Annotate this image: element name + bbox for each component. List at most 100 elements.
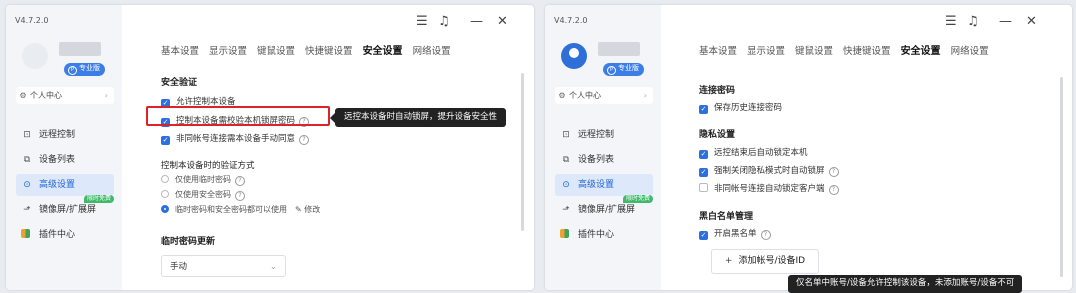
checkbox-non-same-lock[interactable]: 非同帐号连接自动锁定客户端? bbox=[699, 182, 839, 195]
checkbox-checked-icon[interactable]: ✓ bbox=[699, 168, 708, 177]
sidebar-item-device-list[interactable]: ⧉ 设备列表 bbox=[16, 149, 114, 171]
sidebar-item-label: 镜像屏/扩展屏 bbox=[39, 205, 97, 215]
plugin-icon bbox=[21, 229, 30, 238]
checkbox-checked-icon[interactable]: ✓ bbox=[699, 150, 708, 159]
temp-password-update-select[interactable]: 手动 ⌄ bbox=[161, 255, 286, 277]
version-label: V4.7.2.0 bbox=[554, 16, 588, 25]
personal-center-button[interactable]: ⚙ 个人中心 › bbox=[555, 87, 653, 104]
tab-display[interactable]: 显示设置 bbox=[209, 46, 247, 57]
sidebar-item-label: 插件中心 bbox=[578, 230, 615, 240]
section-title: 控制本设备时的验证方式 bbox=[161, 161, 255, 171]
main-panel: ☰ ♫ — ✕ 基本设置 显示设置 键鼠设置 快捷键设置 安全设置 网络设置 连接密码 ✓… bbox=[661, 5, 1072, 290]
sidebar-item-label: 远程控制 bbox=[39, 130, 76, 140]
sidebar-item-remote-control[interactable]: ⊡ 远程控制 bbox=[555, 124, 653, 146]
monitor-icon: ⊡ bbox=[562, 130, 570, 140]
help-icon[interactable]: ? bbox=[828, 167, 839, 177]
bell-icon[interactable]: ♫ bbox=[967, 14, 979, 29]
tooltip: 仅名单中账号/设备允许控制该设备，未添加账号/设备不可 bbox=[788, 275, 1023, 293]
minimize-icon[interactable]: — bbox=[470, 14, 483, 29]
settings-tabs: 基本设置 显示设置 键鼠设置 快捷键设置 安全设置 网络设置 bbox=[161, 42, 461, 57]
sidebar-item-advanced-settings[interactable]: ⊙ 高级设置 bbox=[555, 174, 653, 196]
sidebar-item-mirror-screen[interactable]: ⬏ 镜像屏/扩展屏 限时免费 bbox=[16, 195, 114, 221]
help-icon[interactable]: ? bbox=[235, 191, 245, 201]
tab-security[interactable]: 安全设置 bbox=[363, 46, 403, 57]
checkbox-unchecked-icon[interactable] bbox=[699, 183, 708, 192]
checkbox-label: 强制关闭隐私模式时自动锁屏 bbox=[714, 166, 825, 176]
checkbox-checked-icon[interactable]: ✓ bbox=[699, 231, 708, 240]
radio-icon[interactable] bbox=[161, 175, 169, 183]
checkbox-checked-icon[interactable]: ✓ bbox=[699, 105, 708, 114]
menu-icon[interactable]: ☰ bbox=[945, 14, 957, 29]
radio-icon[interactable] bbox=[161, 190, 169, 198]
sidebar-item-label: 镜像屏/扩展屏 bbox=[578, 205, 636, 215]
add-button-label: 添加帐号/设备ID bbox=[738, 256, 806, 266]
personal-center-button[interactable]: ⚙ 个人中心 › bbox=[16, 87, 114, 104]
sidebar-item-remote-control[interactable]: ⊡ 远程控制 bbox=[16, 124, 114, 146]
tab-keyboard-mouse[interactable]: 键鼠设置 bbox=[257, 46, 295, 57]
pro-icon: P bbox=[68, 66, 77, 75]
help-icon[interactable]: ? bbox=[760, 230, 771, 240]
plugin-icon bbox=[560, 229, 569, 238]
settings-icon: ⊙ bbox=[23, 180, 31, 190]
chevron-right-icon: › bbox=[104, 91, 108, 100]
tab-basic[interactable]: 基本设置 bbox=[161, 46, 199, 57]
tab-network[interactable]: 网络设置 bbox=[413, 46, 451, 57]
tab-display[interactable]: 显示设置 bbox=[747, 46, 785, 57]
avatar[interactable] bbox=[561, 43, 587, 69]
pro-badge-label: 专业版 bbox=[618, 64, 639, 72]
sidebar-item-plugin-center[interactable]: 插件中心 bbox=[16, 224, 114, 246]
avatar[interactable] bbox=[22, 43, 48, 69]
sidebar-item-label: 插件中心 bbox=[39, 230, 76, 240]
sidebar-item-mirror-screen[interactable]: ⬏ 镜像屏/扩展屏 限时免费 bbox=[555, 195, 653, 221]
modify-link[interactable]: ✎ 修改 bbox=[295, 205, 320, 214]
username-blurred bbox=[59, 42, 101, 56]
checkbox-save-password[interactable]: ✓ 保存历史连接密码 bbox=[699, 101, 782, 114]
tab-network[interactable]: 网络设置 bbox=[951, 46, 989, 57]
monitor-icon: ⊡ bbox=[23, 130, 31, 140]
radio-label: 临时密码和安全密码都可以使用 bbox=[175, 205, 287, 214]
radio-safe-password[interactable]: 仅使用安全密码? bbox=[161, 189, 245, 201]
scrollbar[interactable] bbox=[1060, 77, 1063, 277]
tab-security[interactable]: 安全设置 bbox=[901, 46, 941, 57]
add-account-device-button[interactable]: + 添加帐号/设备ID bbox=[711, 249, 819, 274]
pro-icon: P bbox=[607, 66, 616, 75]
radio-both-passwords[interactable]: 临时密码和安全密码都可以使用 ✎ 修改 bbox=[161, 204, 320, 215]
sidebar-item-advanced-settings[interactable]: ⊙ 高级设置 bbox=[16, 174, 114, 196]
settings-tabs: 基本设置 显示设置 键鼠设置 快捷键设置 安全设置 网络设置 bbox=[699, 42, 999, 57]
edit-icon: ✎ bbox=[295, 205, 302, 214]
checkbox-checked-icon[interactable]: ✓ bbox=[161, 136, 170, 145]
screen-icon: ⬏ bbox=[562, 205, 570, 215]
close-icon[interactable]: ✕ bbox=[1026, 14, 1037, 29]
close-icon[interactable]: ✕ bbox=[497, 14, 508, 29]
sidebar-item-device-list[interactable]: ⧉ 设备列表 bbox=[555, 149, 653, 171]
checkbox-label: 开启黑名单 bbox=[714, 229, 757, 239]
tab-keyboard-mouse[interactable]: 键鼠设置 bbox=[795, 46, 833, 57]
menu-icon[interactable]: ☰ bbox=[416, 14, 428, 29]
minimize-icon[interactable]: — bbox=[999, 14, 1012, 29]
tab-basic[interactable]: 基本设置 bbox=[699, 46, 737, 57]
tab-shortcuts[interactable]: 快捷键设置 bbox=[843, 46, 891, 57]
help-icon[interactable]: ? bbox=[828, 185, 839, 195]
select-value: 手动 bbox=[170, 262, 188, 272]
section-title: 安全验证 bbox=[161, 78, 198, 88]
free-badge: 限时免费 bbox=[83, 195, 114, 203]
radio-temp-password[interactable]: 仅使用临时密码? bbox=[161, 174, 245, 186]
sidebar-item-label: 设备列表 bbox=[39, 155, 76, 165]
checkbox-lock-after-control[interactable]: ✓ 远控结束后自动锁定本机 bbox=[699, 146, 808, 159]
bell-icon[interactable]: ♫ bbox=[438, 14, 450, 29]
checkbox-enable-blacklist[interactable]: ✓ 开启黑名单? bbox=[699, 227, 771, 240]
personal-center-label: 个人中心 bbox=[569, 91, 601, 100]
radio-selected-icon[interactable] bbox=[161, 205, 169, 213]
scrollbar[interactable] bbox=[521, 73, 524, 231]
sidebar-item-label: 远程控制 bbox=[578, 130, 615, 140]
settings-icon: ⊙ bbox=[562, 180, 570, 190]
checkbox-non-same-account[interactable]: ✓ 非同帐号连接需本设备手动同意? bbox=[161, 132, 310, 145]
checkbox-label: 非同帐号连接需本设备手动同意 bbox=[176, 134, 296, 144]
settings-window-right: V4.7.2.0 P 专业版 ⚙ 个人中心 › ⊡ 远程控制 ⧉ 设备列表 ⊙ 高级设置 … bbox=[545, 5, 1072, 290]
help-icon[interactable]: ? bbox=[299, 135, 310, 145]
checkbox-force-lock[interactable]: ✓ 强制关闭隐私模式时自动锁屏? bbox=[699, 164, 839, 177]
help-icon[interactable]: ? bbox=[235, 176, 245, 186]
sidebar-item-plugin-center[interactable]: 插件中心 bbox=[555, 224, 653, 246]
devices-icon: ⧉ bbox=[23, 155, 31, 165]
tab-shortcuts[interactable]: 快捷键设置 bbox=[305, 46, 353, 57]
